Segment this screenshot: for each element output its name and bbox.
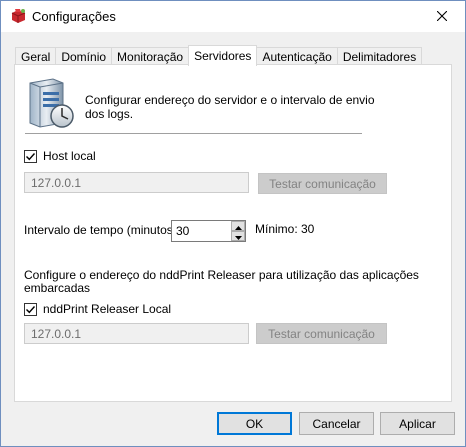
title-bar[interactable]: Configurações: [1, 1, 465, 32]
ok-button[interactable]: OK: [217, 412, 292, 435]
close-button[interactable]: [419, 1, 465, 32]
red-box-icon: [10, 8, 27, 24]
tab-dominio[interactable]: Domínio: [55, 47, 113, 65]
tab-autenticacao[interactable]: Autenticação: [256, 47, 338, 65]
arrow-down-icon: [234, 229, 242, 243]
host-local-checkbox[interactable]: [24, 150, 37, 163]
tab-strip: Geral Domínio Monitoração Servidores Aut…: [15, 45, 423, 66]
cancel-button[interactable]: Cancelar: [299, 412, 374, 435]
releaser-local-label[interactable]: nddPrint Releaser Local: [43, 302, 171, 316]
interval-spinner: [231, 221, 245, 241]
close-icon: [436, 10, 448, 24]
apply-button[interactable]: Aplicar: [380, 412, 455, 435]
releaser-description: Configure o endereço do nddPrint Release…: [24, 268, 419, 295]
spin-down-button[interactable]: [231, 231, 245, 241]
separator: [25, 133, 362, 134]
releaser-local-checkbox[interactable]: [24, 303, 37, 316]
window-title: Configurações: [32, 9, 116, 24]
releaser-test-communication-button[interactable]: Testar comunicação: [256, 323, 387, 344]
tab-monitoracao[interactable]: Monitoração: [111, 47, 190, 65]
interval-label: Intervalo de tempo (minutos):: [24, 223, 181, 237]
tab-delimitadores[interactable]: Delimitadores: [336, 47, 423, 65]
tab-servidores[interactable]: Servidores: [188, 45, 258, 66]
configuracoes-dialog: Configurações Geral Domínio Monitoração …: [0, 0, 466, 447]
tab-geral[interactable]: Geral: [15, 47, 57, 65]
servers-description: Configurar endereço do servidor e o inte…: [85, 93, 375, 121]
interval-minimum: Mínimo: 30: [255, 222, 315, 236]
releaser-address-input[interactable]: 127.0.0.1: [24, 323, 249, 344]
host-address-input[interactable]: 127.0.0.1: [24, 172, 249, 193]
servidores-panel: Configurar endereço do servidor e o inte…: [14, 64, 452, 402]
server-clock-icon: [25, 77, 75, 129]
test-communication-button[interactable]: Testar comunicação: [258, 173, 387, 194]
host-local-label[interactable]: Host local: [43, 149, 96, 163]
